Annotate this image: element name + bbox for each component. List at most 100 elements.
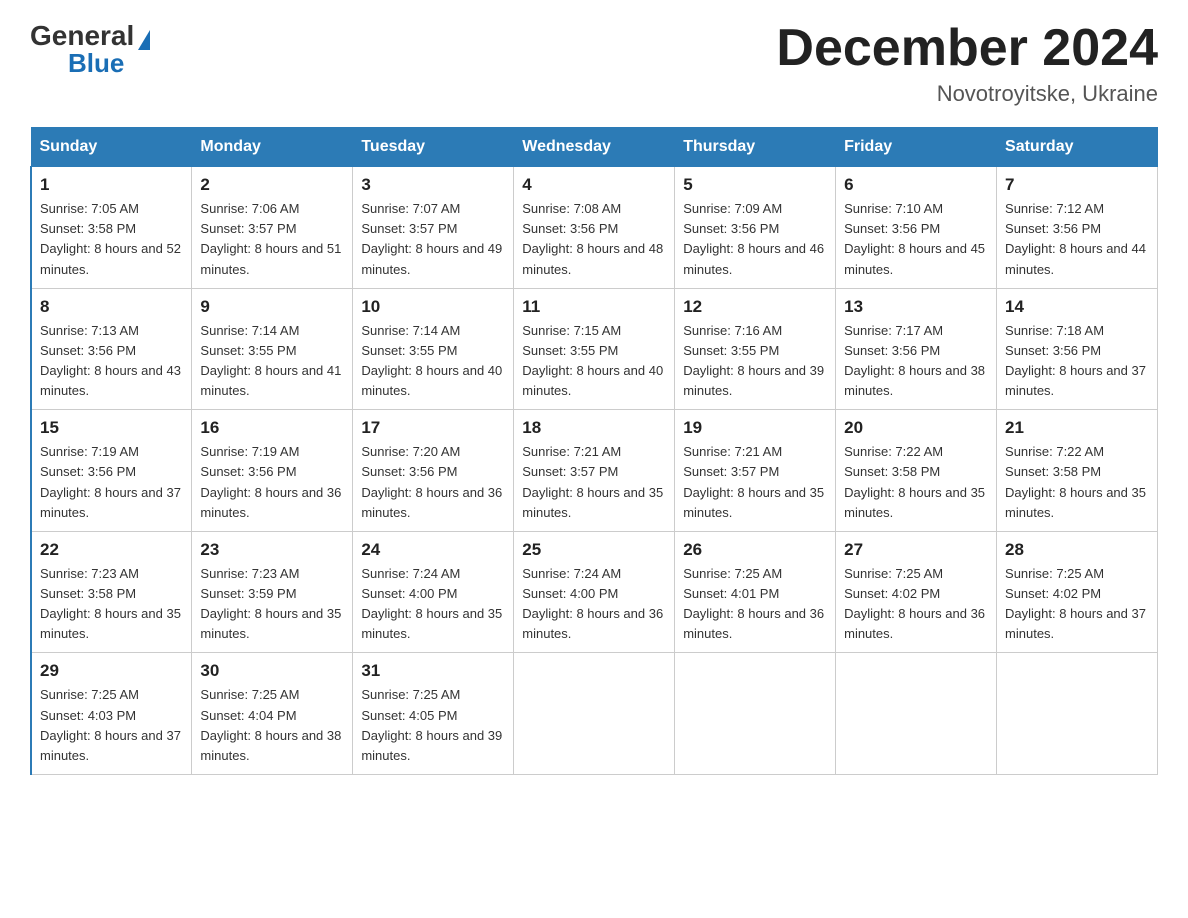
day-info: Sunrise: 7:18 AMSunset: 3:56 PMDaylight:… [1005, 323, 1146, 398]
day-number: 5 [683, 175, 827, 195]
calendar-table: SundayMondayTuesdayWednesdayThursdayFrid… [30, 127, 1158, 775]
day-number: 16 [200, 418, 344, 438]
day-number: 23 [200, 540, 344, 560]
day-info: Sunrise: 7:23 AMSunset: 3:59 PMDaylight:… [200, 566, 341, 641]
day-number: 11 [522, 297, 666, 317]
calendar-cell: 2 Sunrise: 7:06 AMSunset: 3:57 PMDayligh… [192, 167, 353, 289]
day-info: Sunrise: 7:16 AMSunset: 3:55 PMDaylight:… [683, 323, 824, 398]
logo-triangle [138, 30, 150, 50]
day-info: Sunrise: 7:25 AMSunset: 4:02 PMDaylight:… [1005, 566, 1146, 641]
calendar-cell: 11 Sunrise: 7:15 AMSunset: 3:55 PMDaylig… [514, 288, 675, 410]
logo-blue-text: Blue [68, 48, 124, 79]
calendar-cell: 1 Sunrise: 7:05 AMSunset: 3:58 PMDayligh… [31, 167, 192, 289]
day-number: 1 [40, 175, 183, 195]
calendar-cell: 16 Sunrise: 7:19 AMSunset: 3:56 PMDaylig… [192, 410, 353, 532]
calendar-cell: 31 Sunrise: 7:25 AMSunset: 4:05 PMDaylig… [353, 653, 514, 775]
calendar-cell: 28 Sunrise: 7:25 AMSunset: 4:02 PMDaylig… [997, 531, 1158, 653]
day-info: Sunrise: 7:22 AMSunset: 3:58 PMDaylight:… [1005, 444, 1146, 519]
calendar-cell [514, 653, 675, 775]
month-title: December 2024 [776, 20, 1158, 77]
calendar-cell: 3 Sunrise: 7:07 AMSunset: 3:57 PMDayligh… [353, 167, 514, 289]
day-number: 26 [683, 540, 827, 560]
calendar-cell: 25 Sunrise: 7:24 AMSunset: 4:00 PMDaylig… [514, 531, 675, 653]
day-number: 10 [361, 297, 505, 317]
day-info: Sunrise: 7:17 AMSunset: 3:56 PMDaylight:… [844, 323, 985, 398]
day-info: Sunrise: 7:19 AMSunset: 3:56 PMDaylight:… [200, 444, 341, 519]
calendar-cell: 10 Sunrise: 7:14 AMSunset: 3:55 PMDaylig… [353, 288, 514, 410]
calendar-cell: 7 Sunrise: 7:12 AMSunset: 3:56 PMDayligh… [997, 167, 1158, 289]
header-friday: Friday [836, 128, 997, 167]
logo: General Blue [30, 20, 150, 79]
calendar-header-row: SundayMondayTuesdayWednesdayThursdayFrid… [31, 128, 1158, 167]
calendar-cell: 18 Sunrise: 7:21 AMSunset: 3:57 PMDaylig… [514, 410, 675, 532]
calendar-cell: 6 Sunrise: 7:10 AMSunset: 3:56 PMDayligh… [836, 167, 997, 289]
day-number: 20 [844, 418, 988, 438]
calendar-week-row: 29 Sunrise: 7:25 AMSunset: 4:03 PMDaylig… [31, 653, 1158, 775]
day-number: 21 [1005, 418, 1149, 438]
day-info: Sunrise: 7:10 AMSunset: 3:56 PMDaylight:… [844, 201, 985, 276]
calendar-cell: 19 Sunrise: 7:21 AMSunset: 3:57 PMDaylig… [675, 410, 836, 532]
day-number: 19 [683, 418, 827, 438]
day-info: Sunrise: 7:24 AMSunset: 4:00 PMDaylight:… [361, 566, 502, 641]
calendar-cell: 23 Sunrise: 7:23 AMSunset: 3:59 PMDaylig… [192, 531, 353, 653]
day-number: 8 [40, 297, 183, 317]
day-number: 22 [40, 540, 183, 560]
day-number: 28 [1005, 540, 1149, 560]
day-number: 12 [683, 297, 827, 317]
day-number: 9 [200, 297, 344, 317]
calendar-week-row: 15 Sunrise: 7:19 AMSunset: 3:56 PMDaylig… [31, 410, 1158, 532]
calendar-cell: 8 Sunrise: 7:13 AMSunset: 3:56 PMDayligh… [31, 288, 192, 410]
calendar-cell [997, 653, 1158, 775]
day-info: Sunrise: 7:25 AMSunset: 4:01 PMDaylight:… [683, 566, 824, 641]
day-info: Sunrise: 7:21 AMSunset: 3:57 PMDaylight:… [683, 444, 824, 519]
day-info: Sunrise: 7:07 AMSunset: 3:57 PMDaylight:… [361, 201, 502, 276]
day-number: 18 [522, 418, 666, 438]
calendar-cell: 20 Sunrise: 7:22 AMSunset: 3:58 PMDaylig… [836, 410, 997, 532]
calendar-cell: 24 Sunrise: 7:24 AMSunset: 4:00 PMDaylig… [353, 531, 514, 653]
day-info: Sunrise: 7:25 AMSunset: 4:02 PMDaylight:… [844, 566, 985, 641]
calendar-cell: 15 Sunrise: 7:19 AMSunset: 3:56 PMDaylig… [31, 410, 192, 532]
day-info: Sunrise: 7:15 AMSunset: 3:55 PMDaylight:… [522, 323, 663, 398]
header-saturday: Saturday [997, 128, 1158, 167]
header-monday: Monday [192, 128, 353, 167]
day-info: Sunrise: 7:23 AMSunset: 3:58 PMDaylight:… [40, 566, 181, 641]
day-number: 4 [522, 175, 666, 195]
calendar-week-row: 22 Sunrise: 7:23 AMSunset: 3:58 PMDaylig… [31, 531, 1158, 653]
day-number: 14 [1005, 297, 1149, 317]
day-info: Sunrise: 7:06 AMSunset: 3:57 PMDaylight:… [200, 201, 341, 276]
header-sunday: Sunday [31, 128, 192, 167]
calendar-cell: 14 Sunrise: 7:18 AMSunset: 3:56 PMDaylig… [997, 288, 1158, 410]
calendar-cell: 21 Sunrise: 7:22 AMSunset: 3:58 PMDaylig… [997, 410, 1158, 532]
day-number: 17 [361, 418, 505, 438]
calendar-cell [836, 653, 997, 775]
day-info: Sunrise: 7:14 AMSunset: 3:55 PMDaylight:… [361, 323, 502, 398]
calendar-cell: 4 Sunrise: 7:08 AMSunset: 3:56 PMDayligh… [514, 167, 675, 289]
calendar-week-row: 8 Sunrise: 7:13 AMSunset: 3:56 PMDayligh… [31, 288, 1158, 410]
day-number: 31 [361, 661, 505, 681]
calendar-cell: 22 Sunrise: 7:23 AMSunset: 3:58 PMDaylig… [31, 531, 192, 653]
day-number: 24 [361, 540, 505, 560]
day-info: Sunrise: 7:09 AMSunset: 3:56 PMDaylight:… [683, 201, 824, 276]
day-info: Sunrise: 7:25 AMSunset: 4:04 PMDaylight:… [200, 687, 341, 762]
day-number: 13 [844, 297, 988, 317]
day-number: 6 [844, 175, 988, 195]
calendar-week-row: 1 Sunrise: 7:05 AMSunset: 3:58 PMDayligh… [31, 167, 1158, 289]
day-info: Sunrise: 7:12 AMSunset: 3:56 PMDaylight:… [1005, 201, 1146, 276]
day-number: 30 [200, 661, 344, 681]
calendar-cell: 17 Sunrise: 7:20 AMSunset: 3:56 PMDaylig… [353, 410, 514, 532]
calendar-cell: 29 Sunrise: 7:25 AMSunset: 4:03 PMDaylig… [31, 653, 192, 775]
calendar-cell: 5 Sunrise: 7:09 AMSunset: 3:56 PMDayligh… [675, 167, 836, 289]
day-info: Sunrise: 7:25 AMSunset: 4:03 PMDaylight:… [40, 687, 181, 762]
page-header: General Blue December 2024 Novotroyitske… [30, 20, 1158, 107]
day-info: Sunrise: 7:22 AMSunset: 3:58 PMDaylight:… [844, 444, 985, 519]
day-number: 25 [522, 540, 666, 560]
header-wednesday: Wednesday [514, 128, 675, 167]
calendar-cell: 9 Sunrise: 7:14 AMSunset: 3:55 PMDayligh… [192, 288, 353, 410]
day-info: Sunrise: 7:24 AMSunset: 4:00 PMDaylight:… [522, 566, 663, 641]
header-thursday: Thursday [675, 128, 836, 167]
day-info: Sunrise: 7:21 AMSunset: 3:57 PMDaylight:… [522, 444, 663, 519]
calendar-cell [675, 653, 836, 775]
day-info: Sunrise: 7:20 AMSunset: 3:56 PMDaylight:… [361, 444, 502, 519]
day-number: 7 [1005, 175, 1149, 195]
day-info: Sunrise: 7:19 AMSunset: 3:56 PMDaylight:… [40, 444, 181, 519]
